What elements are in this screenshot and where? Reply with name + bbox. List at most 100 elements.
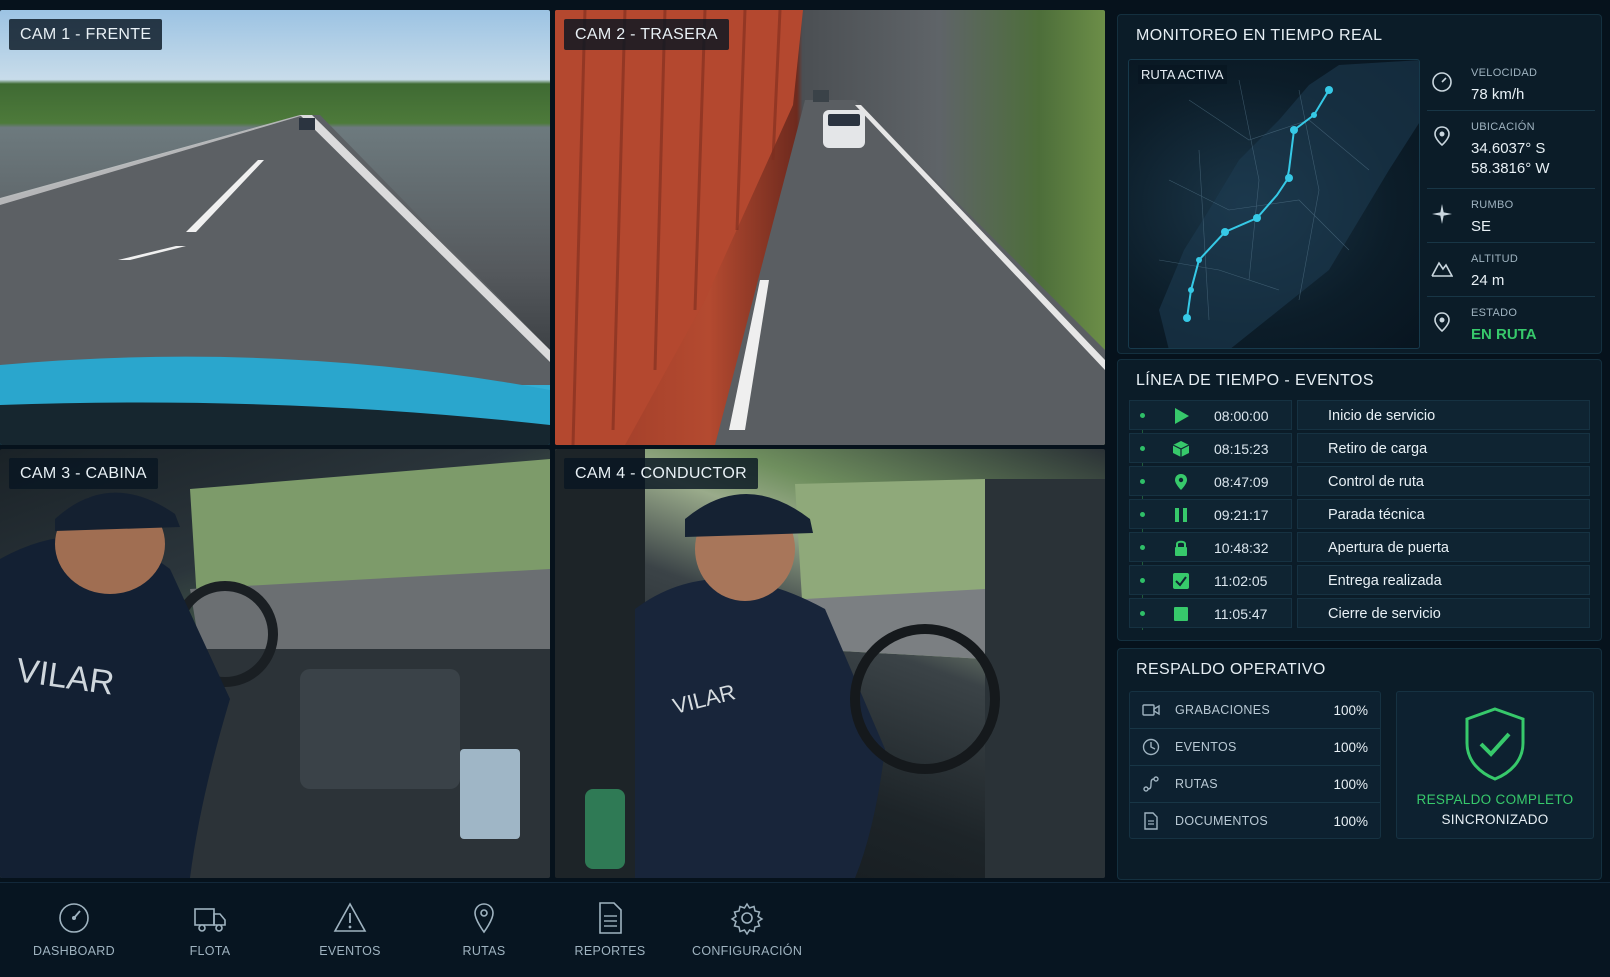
map-pin-icon: [474, 903, 494, 934]
camera-label: CAM 3 - CABINA: [9, 458, 158, 489]
timeline-event-cell: Apertura de puerta: [1297, 532, 1590, 562]
compass-icon: [1432, 204, 1452, 224]
backup-list: GRABACIONES 100% EVENTOS 100% RUTAS 100%…: [1129, 691, 1381, 839]
nav-flota[interactable]: FLOTA: [155, 901, 265, 958]
timeline-dot: [1140, 545, 1145, 550]
shield-check-icon: [1465, 707, 1525, 781]
route-icon: [1143, 776, 1159, 792]
event-time: 11:05:47: [1214, 606, 1268, 622]
camera-feed-cabin[interactable]: VILAR CAM 3 - CABINA: [0, 449, 550, 878]
route-waypoint: [1253, 214, 1261, 222]
timeline-row[interactable]: 11:02:05 Entrega realizada: [1129, 565, 1590, 595]
nav-label: FLOTA: [189, 944, 231, 958]
event-label: Apertura de puerta: [1328, 540, 1449, 556]
event-time: 11:02:05: [1214, 573, 1268, 589]
timeline-event-cell: Parada técnica: [1297, 499, 1590, 529]
event-label: Parada técnica: [1328, 507, 1425, 523]
panel-title: RESPALDO OPERATIVO: [1136, 661, 1326, 678]
check-icon: [1173, 573, 1189, 589]
nav-label: EVENTOS: [319, 944, 381, 958]
stat-heading: RUMBO SE: [1427, 189, 1595, 243]
timeline-row[interactable]: 08:00:00 Inicio de servicio: [1129, 400, 1590, 430]
stat-value: 24 m: [1471, 272, 1505, 289]
timeline-time-cell: 10:48:32: [1129, 532, 1292, 562]
route-waypoint: [1221, 228, 1229, 236]
panel-title: MONITOREO EN TIEMPO REAL: [1136, 27, 1383, 44]
stop-icon: [1174, 607, 1188, 621]
timeline-row[interactable]: 11:05:47 Cierre de servicio: [1129, 598, 1590, 628]
event-label: Entrega realizada: [1328, 573, 1442, 589]
truck-icon: [194, 908, 226, 932]
route-waypoint: [1311, 112, 1317, 118]
stat-value: SE: [1471, 218, 1492, 235]
pause-icon: [1175, 508, 1187, 522]
backup-status-card: RESPALDO COMPLETO SINCRONIZADO: [1396, 691, 1594, 839]
event-time: 08:00:00: [1214, 408, 1269, 424]
status-pin-icon: [1434, 312, 1450, 333]
stat-value-lon: 58.3816° W: [1471, 160, 1550, 177]
timeline-event-cell: Inicio de servicio: [1297, 400, 1590, 430]
play-icon: [1175, 408, 1189, 424]
timeline-time-cell: 08:15:23: [1129, 433, 1292, 463]
route-waypoint: [1285, 174, 1293, 182]
route-waypoint: [1290, 126, 1298, 134]
dashboard-icon: [59, 903, 89, 933]
backup-status-text: RESPALDO COMPLETO: [1416, 792, 1574, 807]
driver-scene: VILAR: [555, 449, 1105, 878]
nav-label: DASHBOARD: [33, 944, 115, 958]
route-waypoint: [1325, 86, 1333, 94]
backup-row-documents[interactable]: DOCUMENTOS 100%: [1130, 803, 1380, 840]
timeline-row[interactable]: 10:48:32 Apertura de puerta: [1129, 532, 1590, 562]
telemetry-stats: VELOCIDAD 78 km/h UBICACIÓN 34.6037° S 5…: [1427, 57, 1595, 351]
nav-configuracion[interactable]: CONFIGURACIÓN: [692, 901, 802, 958]
bottom-navigation: DASHBOARD FLOTA EVENTOS RUTAS REPORTES C…: [0, 882, 1610, 977]
backup-row-routes[interactable]: RUTAS 100%: [1130, 766, 1380, 803]
events-icon: [1142, 738, 1160, 756]
stat-key: VELOCIDAD: [1471, 67, 1538, 79]
route-map-graphic: [1158, 60, 1419, 348]
timeline-dot: [1140, 479, 1145, 484]
stat-key: ESTADO: [1471, 307, 1518, 319]
timeline-row[interactable]: 09:21:17 Parada técnica: [1129, 499, 1590, 529]
mountain-icon: [1431, 261, 1453, 277]
backup-value: 100%: [1333, 703, 1368, 718]
timeline-dot: [1140, 413, 1145, 418]
event-time: 10:48:32: [1214, 540, 1269, 556]
location-pin-icon: [1434, 126, 1450, 147]
backup-panel: RESPALDO OPERATIVO GRABACIONES 100% EVEN…: [1117, 648, 1602, 880]
stat-key: UBICACIÓN: [1471, 121, 1535, 133]
stat-value: 78 km/h: [1471, 86, 1525, 103]
timeline-time-cell: 08:47:09: [1129, 466, 1292, 496]
nav-label: REPORTES: [574, 944, 646, 958]
route-map[interactable]: RUTA ACTIVA: [1128, 59, 1420, 349]
backup-label: GRABACIONES: [1175, 703, 1270, 717]
nav-rutas[interactable]: RUTAS: [429, 901, 539, 958]
event-time: 08:47:09: [1214, 474, 1269, 490]
camera-feed-driver[interactable]: VILAR CAM 4 - CONDUCTOR: [555, 449, 1105, 878]
event-time: 09:21:17: [1214, 507, 1269, 523]
camera-feed-rear[interactable]: CAM 2 - TRASERA: [555, 10, 1105, 445]
document-icon: [1144, 812, 1158, 830]
nav-reportes[interactable]: REPORTES: [555, 901, 665, 958]
camera-feed-front[interactable]: CAM 1 - FRENTE: [0, 10, 550, 445]
timeline-row[interactable]: 08:15:23 Retiro de carga: [1129, 433, 1590, 463]
cabin-scene: VILAR: [0, 459, 550, 878]
backup-row-recordings[interactable]: GRABACIONES 100%: [1130, 692, 1380, 729]
backup-row-events[interactable]: EVENTOS 100%: [1130, 729, 1380, 766]
timeline-time-cell: 11:02:05: [1129, 565, 1292, 595]
timeline-row[interactable]: 08:47:09 Control de ruta: [1129, 466, 1590, 496]
event-label: Inicio de servicio: [1328, 408, 1436, 424]
speedometer-icon: [1432, 72, 1452, 92]
camera-label: CAM 1 - FRENTE: [9, 19, 163, 50]
nav-dashboard[interactable]: DASHBOARD: [19, 901, 129, 958]
timeline-event-cell: Cierre de servicio: [1297, 598, 1590, 628]
stat-status: ESTADO EN RUTA: [1427, 297, 1595, 351]
timeline-dot: [1140, 446, 1145, 451]
stat-speed: VELOCIDAD 78 km/h: [1427, 57, 1595, 111]
timeline-event-cell: Control de ruta: [1297, 466, 1590, 496]
camera-label: CAM 4 - CONDUCTOR: [564, 458, 758, 489]
status-badge: EN RUTA: [1471, 326, 1537, 343]
event-label: Cierre de servicio: [1328, 606, 1441, 622]
nav-eventos[interactable]: EVENTOS: [295, 901, 405, 958]
event-label: Retiro de carga: [1328, 441, 1428, 457]
